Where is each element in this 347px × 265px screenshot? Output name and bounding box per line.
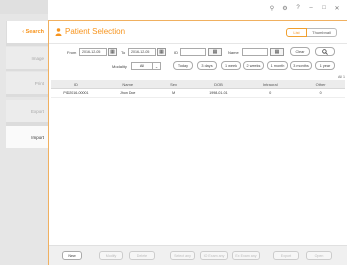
name-keypad-icon[interactable]: ▦ (270, 48, 284, 56)
sidebar-item-print[interactable]: Print (6, 72, 48, 94)
cell-name: Jhon Doe (120, 91, 136, 95)
page-title: Patient Selection (65, 27, 126, 36)
from-calendar-icon[interactable]: ▦ (108, 48, 117, 56)
modify-button[interactable]: Modify (99, 251, 123, 260)
pin-icon[interactable]: ⚲ (268, 5, 276, 12)
range-1month-button[interactable]: 1 month (267, 61, 288, 70)
export-button[interactable]: Export (273, 251, 299, 260)
column-header-sex[interactable]: Sex (155, 80, 193, 88)
io-exam-button[interactable]: IO Exam any (200, 251, 228, 260)
sidebar-divider (6, 69, 48, 71)
column-header-other[interactable]: Other (296, 80, 345, 88)
sidebar-divider (6, 94, 48, 97)
clear-button[interactable]: Clear (290, 47, 310, 56)
to-calendar-icon[interactable]: ▦ (157, 48, 166, 56)
sidebar: ‹ Search Image Print Export Import (0, 0, 48, 265)
range-1week-button[interactable]: 1 week (221, 61, 241, 70)
cell-intraoral: 0 (269, 91, 272, 95)
thumbnail-view-button[interactable]: Thumbnail (307, 28, 337, 37)
sidebar-item-export[interactable]: Export (6, 100, 48, 122)
chevron-down-icon: ⌄ (152, 63, 160, 69)
range-2weeks-button[interactable]: 2 weeks (243, 61, 264, 70)
range-1year-button[interactable]: 1 year (315, 61, 335, 70)
name-label: Name (228, 50, 239, 55)
help-icon[interactable]: ? (294, 5, 302, 12)
id-label: ID (174, 50, 178, 55)
table-row[interactable]: PID2016-00001 Jhon Doe M 1998-01-01 0 0 (51, 89, 345, 98)
result-count: All 1 (338, 75, 345, 79)
range-today-button[interactable]: Today (173, 61, 193, 70)
header-divider (49, 43, 347, 44)
column-header-intraoral[interactable]: Intraoral (244, 80, 296, 88)
ex-exam-button[interactable]: Ex Exam any (232, 251, 260, 260)
settings-icon[interactable]: ⚙ (281, 5, 289, 12)
maximize-icon[interactable]: □ (320, 5, 328, 12)
sidebar-item-image[interactable]: Image (6, 47, 48, 69)
modality-value: All (139, 64, 145, 68)
list-view-button[interactable]: List (286, 28, 307, 37)
view-toggle: List Thumbnail (286, 28, 337, 37)
window-controls: ⚲ ⚙ ? – □ ✕ (268, 5, 341, 12)
from-date-field[interactable]: 2016-12-05 (79, 48, 107, 56)
bottom-toolbar: New Modify Delete Select any IO Exam any… (49, 245, 347, 265)
main-panel: Patient Selection List Thumbnail From 20… (48, 20, 347, 265)
column-header-name[interactable]: Name (101, 80, 155, 88)
close-icon[interactable]: ✕ (333, 5, 341, 12)
cell-sex: M (172, 91, 176, 95)
minimize-icon[interactable]: – (307, 5, 315, 12)
select-button[interactable]: Select any (170, 251, 195, 260)
search-button[interactable] (315, 47, 335, 56)
sidebar-divider (6, 43, 48, 46)
name-field[interactable] (242, 48, 268, 56)
column-header-id[interactable]: ID (51, 80, 101, 88)
patient-icon (55, 27, 62, 36)
column-header-dob[interactable]: DOB (193, 80, 245, 88)
to-date-field[interactable]: 2016-12-05 (128, 48, 156, 56)
page-header: Patient Selection (55, 27, 125, 36)
open-button[interactable]: Open (306, 251, 332, 260)
id-field[interactable] (180, 48, 206, 56)
cell-other: 0 (319, 91, 322, 95)
range-3days-button[interactable]: 3 days (197, 61, 217, 70)
range-3months-button[interactable]: 3 months (290, 61, 312, 70)
table-header: ID Name Sex DOB Intraoral Other (51, 80, 345, 89)
to-label: To (121, 50, 126, 55)
search-icon (322, 48, 328, 55)
delete-button[interactable]: Delete (129, 251, 155, 260)
sidebar-item-import[interactable]: Import (6, 126, 48, 148)
modality-select[interactable]: All ⌄ (131, 62, 161, 70)
cell-dob: 1998-01-01 (209, 91, 228, 95)
from-label: From (67, 50, 77, 55)
sidebar-item-search[interactable]: ‹ Search (6, 21, 48, 43)
cell-id: PID2016-00001 (63, 91, 89, 95)
sidebar-top (0, 0, 48, 14)
modality-label: Modality (112, 64, 127, 69)
new-button[interactable]: New (62, 251, 82, 260)
id-keypad-icon[interactable]: ▦ (208, 48, 222, 56)
